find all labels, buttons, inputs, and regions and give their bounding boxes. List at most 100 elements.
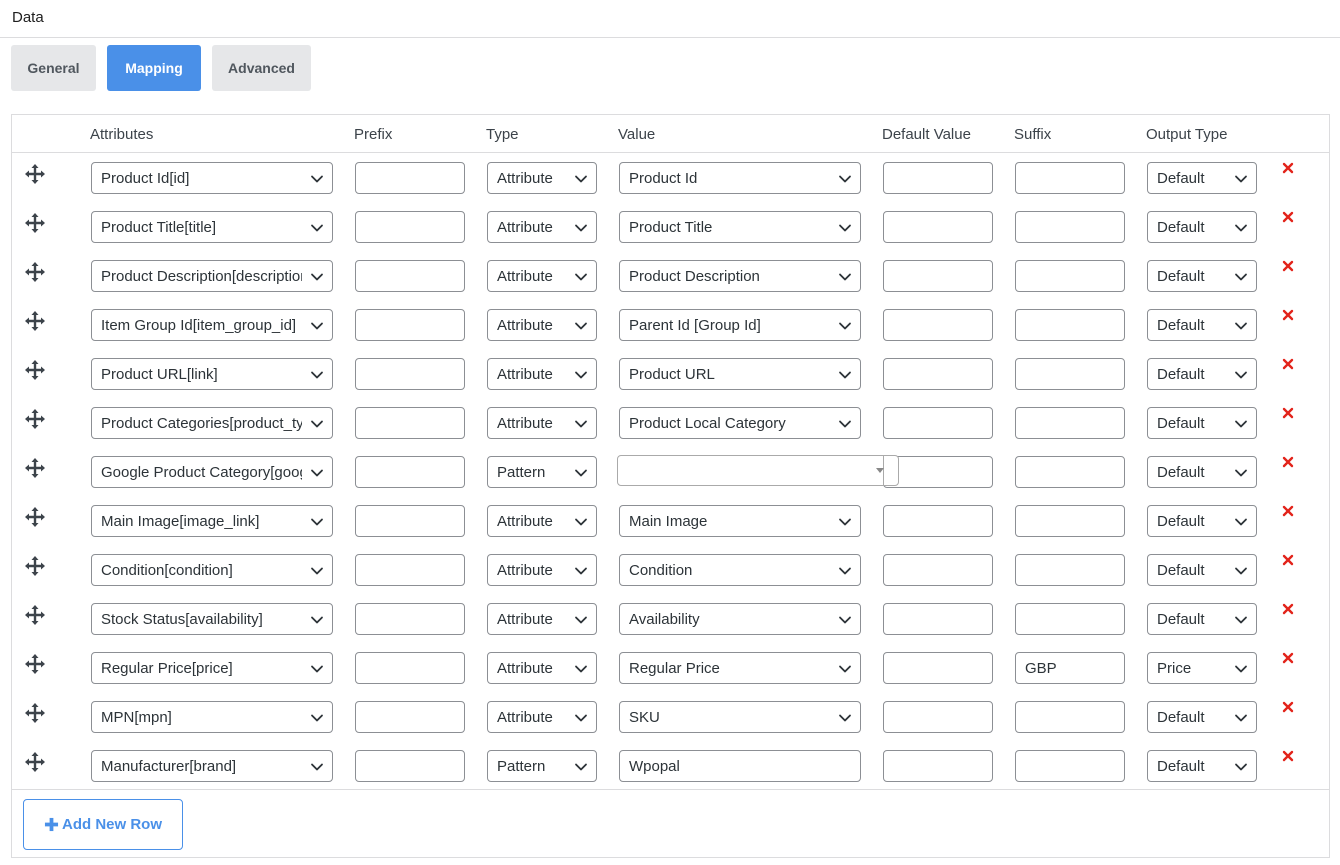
output-type-select[interactable]: Default [1147, 750, 1257, 782]
suffix-input[interactable] [1015, 701, 1125, 733]
output-type-select[interactable]: Default [1147, 309, 1257, 341]
type-select[interactable]: Pattern [487, 750, 597, 782]
default-value-input[interactable] [883, 505, 993, 537]
value-select[interactable]: Product Id [619, 162, 861, 194]
output-type-select[interactable]: Default [1147, 603, 1257, 635]
suffix-input[interactable] [1015, 162, 1125, 194]
prefix-input[interactable] [355, 407, 465, 439]
close-x-icon[interactable] [1281, 406, 1295, 420]
type-select[interactable]: Attribute [487, 701, 597, 733]
suffix-input[interactable] [1015, 652, 1125, 684]
prefix-input[interactable] [355, 750, 465, 782]
move-arrows-icon[interactable] [24, 751, 46, 773]
prefix-input[interactable] [355, 554, 465, 586]
default-value-input[interactable] [883, 652, 993, 684]
attribute-select[interactable]: Stock Status[availability] [91, 603, 333, 635]
move-arrows-icon[interactable] [24, 163, 46, 185]
output-type-select[interactable]: Default [1147, 260, 1257, 292]
default-value-input[interactable] [883, 358, 993, 390]
type-select[interactable]: Attribute [487, 162, 597, 194]
move-arrows-icon[interactable] [24, 310, 46, 332]
suffix-input[interactable] [1015, 750, 1125, 782]
value-select[interactable]: Product URL [619, 358, 861, 390]
type-select[interactable]: Attribute [487, 554, 597, 586]
tab-advanced[interactable]: Advanced [212, 45, 311, 91]
type-select[interactable]: Attribute [487, 505, 597, 537]
close-x-icon[interactable] [1281, 455, 1295, 469]
move-arrows-icon[interactable] [24, 212, 46, 234]
close-x-icon[interactable] [1281, 210, 1295, 224]
default-value-input[interactable] [883, 750, 993, 782]
attribute-select[interactable]: Manufacturer[brand] [91, 750, 333, 782]
attribute-select[interactable]: Product Title[title] [91, 211, 333, 243]
value-select[interactable]: Regular Price [619, 652, 861, 684]
close-x-icon[interactable] [1281, 602, 1295, 616]
value-select[interactable]: Availability [619, 603, 861, 635]
close-x-icon[interactable] [1281, 161, 1295, 175]
attribute-select[interactable]: Item Group Id[item_group_id] [91, 309, 333, 341]
value-input[interactable] [619, 750, 861, 782]
value-combobox[interactable] [617, 455, 899, 486]
output-type-select[interactable]: Default [1147, 162, 1257, 194]
suffix-input[interactable] [1015, 260, 1125, 292]
suffix-input[interactable] [1015, 456, 1125, 488]
attribute-select[interactable]: Condition[condition] [91, 554, 333, 586]
move-arrows-icon[interactable] [24, 457, 46, 479]
type-select[interactable]: Pattern [487, 456, 597, 488]
tab-general[interactable]: General [11, 45, 96, 91]
value-select[interactable]: Parent Id [Group Id] [619, 309, 861, 341]
close-x-icon[interactable] [1281, 308, 1295, 322]
output-type-select[interactable]: Default [1147, 358, 1257, 390]
close-x-icon[interactable] [1281, 259, 1295, 273]
default-value-input[interactable] [883, 554, 993, 586]
suffix-input[interactable] [1015, 358, 1125, 390]
move-arrows-icon[interactable] [24, 702, 46, 724]
move-arrows-icon[interactable] [24, 408, 46, 430]
move-arrows-icon[interactable] [24, 653, 46, 675]
default-value-input[interactable] [883, 211, 993, 243]
default-value-input[interactable] [883, 456, 993, 488]
close-x-icon[interactable] [1281, 700, 1295, 714]
tab-mapping[interactable]: Mapping [107, 45, 201, 91]
suffix-input[interactable] [1015, 505, 1125, 537]
move-arrows-icon[interactable] [24, 261, 46, 283]
close-x-icon[interactable] [1281, 357, 1295, 371]
value-select[interactable]: Product Local Category [619, 407, 861, 439]
type-select[interactable]: Attribute [487, 652, 597, 684]
value-select[interactable]: Product Description [619, 260, 861, 292]
output-type-select[interactable]: Default [1147, 456, 1257, 488]
default-value-input[interactable] [883, 701, 993, 733]
default-value-input[interactable] [883, 407, 993, 439]
attribute-select[interactable]: Google Product Category[google_product_c… [91, 456, 333, 488]
close-x-icon[interactable] [1281, 504, 1295, 518]
default-value-input[interactable] [883, 162, 993, 194]
output-type-select[interactable]: Default [1147, 211, 1257, 243]
type-select[interactable]: Attribute [487, 260, 597, 292]
prefix-input[interactable] [355, 260, 465, 292]
move-arrows-icon[interactable] [24, 359, 46, 381]
output-type-select[interactable]: Default [1147, 554, 1257, 586]
default-value-input[interactable] [883, 309, 993, 341]
suffix-input[interactable] [1015, 211, 1125, 243]
attribute-select[interactable]: Main Image[image_link] [91, 505, 333, 537]
output-type-select[interactable]: Price [1147, 652, 1257, 684]
attribute-select[interactable]: Product Description[description] [91, 260, 333, 292]
type-select[interactable]: Attribute [487, 407, 597, 439]
attribute-select[interactable]: Product Categories[product_type] [91, 407, 333, 439]
attribute-select[interactable]: Product URL[link] [91, 358, 333, 390]
move-arrows-icon[interactable] [24, 604, 46, 626]
value-select[interactable]: Condition [619, 554, 861, 586]
prefix-input[interactable] [355, 505, 465, 537]
output-type-select[interactable]: Default [1147, 407, 1257, 439]
close-x-icon[interactable] [1281, 651, 1295, 665]
prefix-input[interactable] [355, 456, 465, 488]
value-select[interactable]: Product Title [619, 211, 861, 243]
output-type-select[interactable]: Default [1147, 701, 1257, 733]
type-select[interactable]: Attribute [487, 603, 597, 635]
value-select[interactable]: Main Image [619, 505, 861, 537]
attribute-select[interactable]: Product Id[id] [91, 162, 333, 194]
default-value-input[interactable] [883, 260, 993, 292]
close-x-icon[interactable] [1281, 749, 1295, 763]
suffix-input[interactable] [1015, 603, 1125, 635]
move-arrows-icon[interactable] [24, 506, 46, 528]
